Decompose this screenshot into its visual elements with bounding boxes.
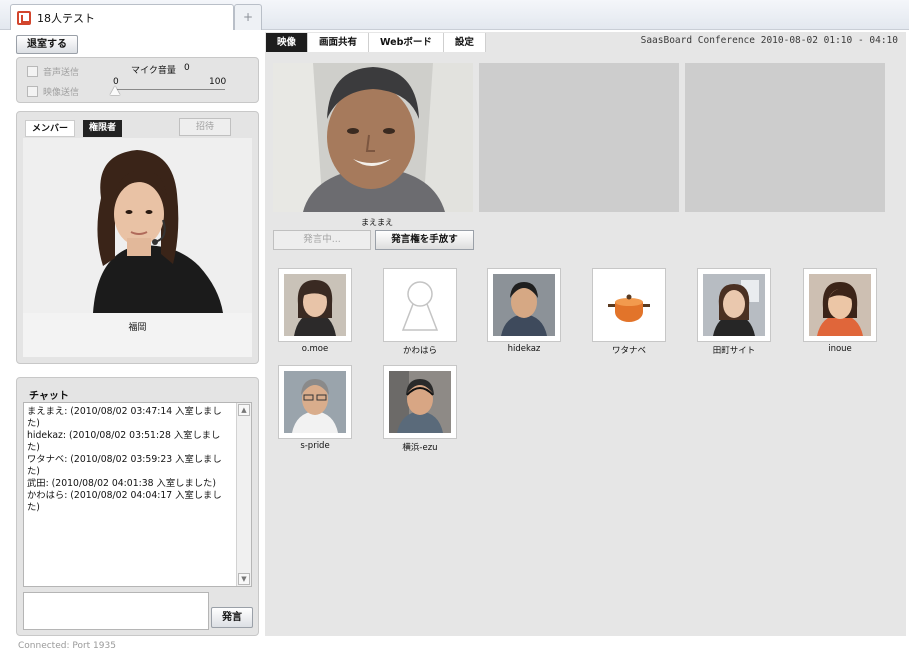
leave-room-button[interactable]: 退室する <box>16 35 78 54</box>
participant-thumb[interactable]: inoue <box>804 269 876 354</box>
participant-avatar-frame[interactable] <box>384 269 456 341</box>
audio-video-panel: 音声送信 映像送信 マイク音量 0 0 100 <box>16 57 259 103</box>
man-photo-avatar <box>493 274 555 336</box>
participant-name: inoue <box>828 344 852 354</box>
participant-name: 田町サイト <box>712 346 756 356</box>
participant-name: かわはら <box>402 346 437 356</box>
chat-panel: チャット まえまえ: (2010/08/02 03:47:14 入室しました) … <box>16 377 259 636</box>
selected-member-name: 福岡 <box>128 323 147 333</box>
mic-volume-value: 0 <box>184 63 190 73</box>
speaker-video-image <box>273 63 473 212</box>
chat-message: hidekaz: (2010/08/02 03:51:28 入室しました) <box>27 430 221 453</box>
tab-screen-share[interactable]: 画面共有 <box>308 33 370 52</box>
tab-bar: 18人テスト + <box>0 0 909 30</box>
participant-thumb[interactable]: 横浜-ezu <box>384 366 456 453</box>
send-video-label: 映像送信 <box>43 88 80 98</box>
send-audio-checkbox[interactable] <box>27 66 38 77</box>
participant-name: ワタナベ <box>611 346 646 356</box>
main-tabs: 映像 画面共有 Webボード 設定 <box>266 33 486 52</box>
app-icon <box>17 10 31 25</box>
participant-avatar-frame[interactable] <box>488 269 560 341</box>
participant-thumb[interactable]: かわはら <box>384 269 456 356</box>
participant-name: s-pride <box>300 441 330 451</box>
default-person-icon <box>389 274 451 336</box>
member-video <box>23 138 252 313</box>
speaker-name: まえまえ <box>361 218 393 227</box>
speaking-button[interactable]: 発言中... <box>273 230 371 250</box>
scroll-down-icon[interactable]: ▼ <box>238 573 250 585</box>
participant-thumb[interactable]: hidekaz <box>488 269 560 354</box>
woman-photo-avatar <box>284 274 346 336</box>
conference-title: SaasBoard Conference 2010-08-02 01:10 - … <box>640 35 898 46</box>
connection-status: Connected: Port 1935 <box>18 641 116 651</box>
participant-thumb[interactable]: ワタナベ <box>593 269 665 356</box>
send-video-checkbox[interactable] <box>27 86 38 97</box>
chat-input[interactable] <box>23 592 209 630</box>
chat-message: まえまえ: (2010/08/02 03:47:14 入室しました) <box>27 406 222 429</box>
chat-message: 武田: (2010/08/02 04:01:38 入室しました) <box>27 478 216 489</box>
member-video-image <box>23 138 252 313</box>
participant-avatar-frame[interactable] <box>804 269 876 341</box>
participant-thumb[interactable]: s-pride <box>279 366 351 451</box>
woman-photo-avatar <box>703 274 765 336</box>
man-photo-avatar <box>389 371 451 433</box>
video-slot-2 <box>479 63 679 212</box>
chat-message: ワタナベ: (2010/08/02 03:59:23 入室しました) <box>27 454 222 477</box>
participant-thumb[interactable]: o.moe <box>279 269 351 354</box>
participant-name: hidekaz <box>507 344 541 354</box>
participant-avatar-frame[interactable] <box>384 366 456 438</box>
new-tab-button[interactable]: + <box>234 4 262 30</box>
participant-name: o.moe <box>301 344 329 354</box>
invite-button[interactable]: 招待 <box>179 118 231 136</box>
participant-avatar-frame[interactable] <box>593 269 665 341</box>
participant-thumb[interactable]: 田町サイト <box>698 269 770 356</box>
conference-tab-label: 18人テスト <box>37 11 95 25</box>
tab-members[interactable]: メンバー <box>25 120 76 137</box>
participant-avatar-frame[interactable] <box>698 269 770 341</box>
send-audio-label: 音声送信 <box>43 68 80 78</box>
tab-web-board[interactable]: Webボード <box>369 33 444 52</box>
chat-scrollbar[interactable]: ▲ ▼ <box>236 403 251 586</box>
member-name-area: 福岡 <box>23 313 252 357</box>
participant-name: 横浜-ezu <box>402 443 438 453</box>
chat-title: チャット <box>29 391 69 402</box>
main-panel: 映像 画面共有 Webボード 設定 SaasBoard Conference 2… <box>265 32 906 636</box>
slider-max-label: 100 <box>209 77 227 87</box>
release-floor-button[interactable]: 発言権を手放す <box>375 230 474 250</box>
mic-volume-slider[interactable] <box>115 89 225 90</box>
send-message-button[interactable]: 発言 <box>211 607 253 628</box>
participant-avatar-frame[interactable] <box>279 366 351 438</box>
send-audio-option[interactable]: 音声送信 <box>27 65 79 78</box>
scroll-up-icon[interactable]: ▲ <box>238 404 250 416</box>
participant-avatar-frame[interactable] <box>279 269 351 341</box>
mic-volume-slider-thumb[interactable] <box>110 86 120 95</box>
man-photo-avatar <box>284 371 346 433</box>
chat-log[interactable]: まえまえ: (2010/08/02 03:47:14 入室しました) hidek… <box>23 402 252 587</box>
video-slot-3 <box>685 63 885 212</box>
send-video-option[interactable]: 映像送信 <box>27 85 79 98</box>
member-panel: メンバー 権限者 招待 福岡 <box>16 111 259 364</box>
pot-icon <box>598 274 660 336</box>
tab-authorized[interactable]: 権限者 <box>83 120 123 137</box>
mic-volume-label: マイク音量 <box>131 66 176 76</box>
tab-settings[interactable]: 設定 <box>443 33 486 52</box>
woman-photo-avatar <box>809 274 871 336</box>
speaker-video <box>273 63 473 212</box>
conference-tab[interactable]: 18人テスト <box>10 4 234 30</box>
tab-video[interactable]: 映像 <box>266 33 309 52</box>
chat-message: かわはら: (2010/08/02 04:04:17 入室しました) <box>27 490 222 513</box>
